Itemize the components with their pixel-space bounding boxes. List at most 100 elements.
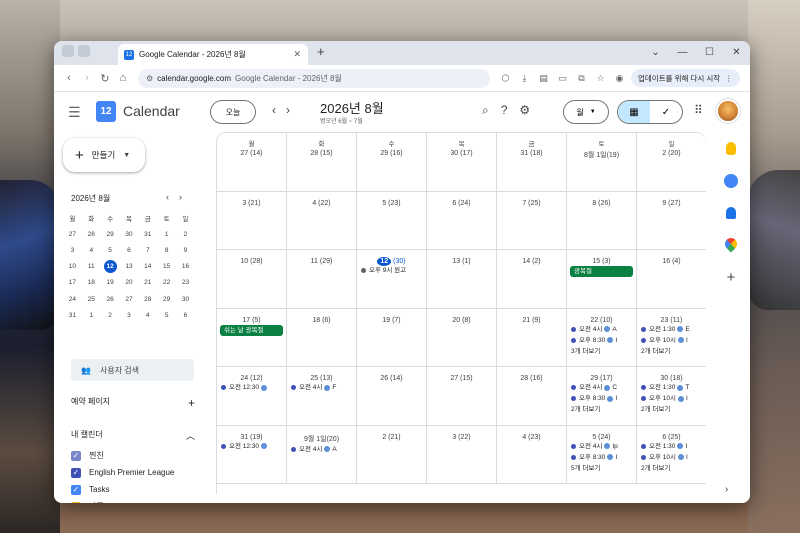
day-cell[interactable]: 4 (22) [287, 191, 357, 250]
app-name[interactable]: Calendar [123, 103, 180, 119]
day-cell[interactable]: 25 (13) 오전 4시 F [287, 367, 357, 426]
mini-day[interactable]: 22 [157, 275, 176, 291]
next-period-icon[interactable]: › [286, 103, 300, 117]
day-number[interactable]: 8 (26) [567, 194, 636, 207]
day-cell[interactable]: 13 (1) [427, 250, 497, 309]
new-tab-button[interactable]: + [317, 44, 325, 59]
day-number[interactable]: 21 (9) [497, 311, 566, 324]
day-cell[interactable]: 6 (25) 오전 1:30 I 오후 10시 I 2개 더보기 [637, 426, 706, 484]
mini-day[interactable]: 13 [120, 259, 139, 275]
day-cell[interactable]: 9 (27) [637, 192, 706, 250]
event-chip[interactable]: 오후 8:30 I [567, 335, 636, 346]
mini-next-icon[interactable]: › [179, 192, 192, 202]
day-number[interactable]: 5 (23) [357, 194, 426, 207]
event-chip[interactable]: 오전 1:30 E [637, 324, 706, 335]
mini-day[interactable]: 25 [82, 291, 101, 307]
day-number[interactable]: 30 (18) [637, 369, 706, 382]
mini-day[interactable]: 5 [157, 307, 176, 323]
day-number[interactable]: 17 (5) [217, 311, 286, 324]
mini-day[interactable]: 21 [138, 275, 157, 291]
calendar-checkbox[interactable]: ✓ [71, 467, 81, 478]
add-booking-icon[interactable]: + [188, 396, 195, 410]
mini-today[interactable]: 12 [103, 260, 117, 274]
event-chip[interactable]: 오전 12:30 [217, 382, 286, 393]
day-cell[interactable]: 11 (29) [287, 250, 357, 309]
mini-day[interactable]: 27 [120, 291, 139, 307]
event-chip[interactable]: 오후 9시 원고 [357, 265, 426, 276]
day-cell[interactable]: 28 (16) [497, 367, 567, 426]
mini-day[interactable]: 1 [82, 307, 101, 323]
tasks-icon[interactable] [724, 174, 738, 188]
screenshot-icon[interactable]: ⧉ [574, 73, 589, 84]
day-number[interactable]: 18 (6) [287, 311, 356, 324]
day-number[interactable]: 28 (16) [497, 369, 566, 382]
day-cell[interactable]: 3 (22) [427, 425, 497, 484]
settings-gear-icon[interactable]: ⚙ [519, 103, 530, 118]
pinned-tab-icon[interactable] [78, 45, 90, 57]
day-number[interactable]: 2 (20) [637, 150, 706, 157]
day-number[interactable]: 4 (22) [287, 194, 356, 207]
main-menu-icon[interactable]: ☰ [68, 104, 81, 121]
day-number[interactable]: 14 (2) [497, 252, 566, 265]
day-number[interactable]: 29 (17) [567, 369, 636, 382]
expand-panel-icon[interactable]: › [725, 484, 728, 495]
back-icon[interactable]: ‹ [60, 72, 78, 84]
day-number[interactable]: 9월 1일(20) [287, 428, 356, 444]
day-number[interactable]: 31 (19) [217, 428, 286, 441]
day-number[interactable]: 29 (16) [357, 150, 426, 157]
calendar-item[interactable]: ✓ 가족 [62, 498, 197, 503]
day-cell[interactable]: 화 28 (15) [287, 133, 357, 192]
day-cell[interactable]: 16 (4) [637, 250, 706, 309]
mini-day[interactable]: 29 [157, 291, 176, 307]
day-number[interactable]: 9 (27) [637, 194, 706, 207]
mini-day[interactable]: 29 [101, 226, 120, 242]
day-number[interactable]: 3 (21) [217, 194, 286, 207]
day-cell[interactable]: 27 (15) [427, 367, 497, 426]
day-number[interactable]: 2 (21) [357, 428, 426, 441]
download-icon[interactable]: ⤓ [517, 73, 532, 84]
event-chip[interactable]: 오전 4시 C [567, 382, 636, 393]
day-cell[interactable]: 금 31 (18) [497, 133, 567, 192]
more-events-link[interactable]: 3개 더보기 [567, 346, 636, 357]
mini-day[interactable]: 3 [63, 242, 82, 258]
calendar-item[interactable]: ✓ English Premier League [62, 464, 197, 481]
day-cell[interactable]: 15 (3) 광복절 [567, 250, 637, 309]
mini-day[interactable]: 24 [63, 291, 82, 307]
day-cell[interactable]: 9월 1일(20) 오전 4시 A [287, 425, 357, 484]
calendar-item[interactable]: ✓ Tasks [62, 481, 197, 498]
mini-day[interactable]: 7 [138, 242, 157, 258]
day-cell[interactable]: 5 (24) 오전 4시 Ip 오후 8:30 I 5개 더보기 [567, 425, 637, 484]
day-number[interactable]: 30 (17) [427, 150, 496, 157]
chevron-up-icon[interactable]: ︿ [186, 429, 195, 442]
more-events-link[interactable]: 2개 더보기 [637, 463, 706, 474]
forward-icon[interactable]: › [78, 72, 96, 84]
extension-icon[interactable]: ⬡ [498, 73, 513, 84]
event-chip[interactable]: 오전 4시 A [567, 324, 636, 335]
event-chip[interactable]: 오후 10시 I [637, 335, 706, 346]
day-number[interactable]: 16 (4) [637, 252, 706, 265]
holiday-event[interactable]: 광복절 [570, 266, 633, 277]
mini-day[interactable]: 8 [157, 242, 176, 258]
day-cell[interactable]: 19 (7) [357, 308, 427, 367]
day-number[interactable]: 24 (12) [217, 369, 286, 382]
contacts-icon[interactable] [726, 207, 736, 219]
calendar-checkbox[interactable]: ✓ [71, 484, 81, 495]
tasks-view-icon[interactable]: ✓ [650, 101, 682, 123]
event-chip[interactable]: 오전 4시 Ip [567, 441, 636, 452]
day-cell[interactable]: 8 (26) [567, 191, 637, 250]
day-cell[interactable]: 24 (12) 오전 12:30 [217, 367, 287, 426]
mini-day[interactable]: 1 [157, 226, 176, 242]
today-button[interactable]: 오늘 [210, 100, 256, 124]
calendar-checkbox[interactable]: ✓ [71, 501, 81, 503]
event-chip[interactable]: 오후 8:30 I [567, 452, 636, 463]
more-events-link[interactable]: 2개 더보기 [637, 404, 706, 415]
calendar-view-icon[interactable]: ▦ [618, 101, 650, 123]
day-number[interactable]: 8월 1일(19) [567, 150, 636, 160]
day-cell[interactable]: 26 (14) [357, 367, 427, 426]
day-cell[interactable]: 18 (6) [287, 308, 357, 367]
day-cell[interactable]: 3 (21) [217, 191, 287, 250]
day-number[interactable]: 7 (25) [497, 194, 566, 207]
google-apps-icon[interactable]: ⠿ [694, 103, 703, 117]
view-select[interactable]: 월 ▼ [563, 100, 609, 124]
account-avatar[interactable] [716, 99, 740, 123]
